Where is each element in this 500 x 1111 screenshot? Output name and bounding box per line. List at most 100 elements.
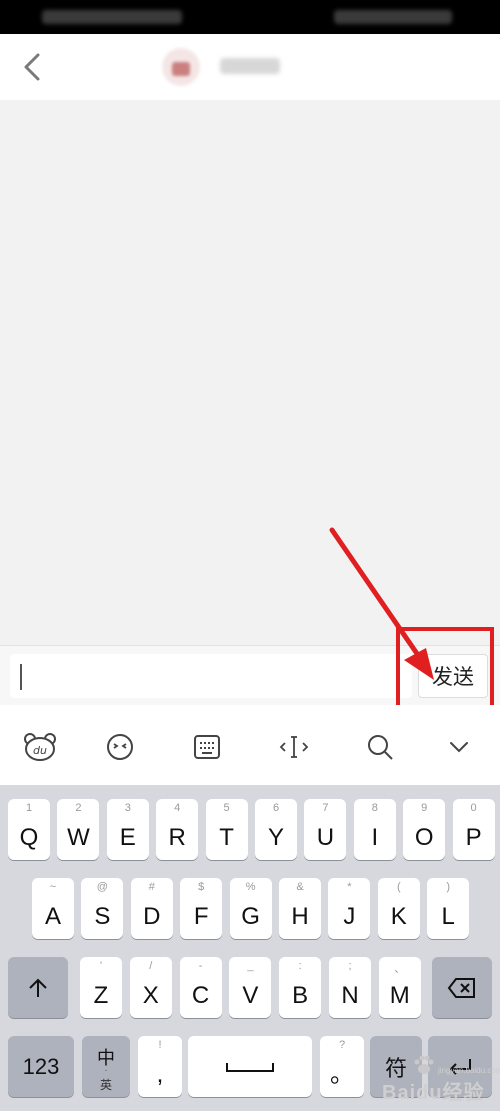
key-sub-label: 2	[75, 802, 82, 814]
language-switch-key[interactable]: 中 · 英	[82, 1036, 130, 1097]
key-sub-label: 4	[174, 802, 181, 814]
key-sub-label: @	[96, 881, 108, 893]
emoji-button[interactable]	[98, 725, 142, 769]
key-sub-label: $	[198, 881, 205, 893]
key-label: V	[242, 982, 259, 1009]
key-e[interactable]: 3E	[106, 799, 149, 860]
space-key[interactable]	[188, 1036, 312, 1097]
comma-key[interactable]: ! ,	[138, 1036, 182, 1097]
key-label: S	[94, 903, 111, 930]
key-i[interactable]: 8I	[353, 799, 396, 860]
key-j[interactable]: * J	[328, 878, 371, 939]
key-label: D	[143, 903, 161, 930]
key-w[interactable]: 2W	[57, 799, 100, 860]
key-sub-label: /	[149, 960, 153, 972]
du-bear-icon: du	[24, 733, 56, 761]
key-p[interactable]: 0P	[452, 799, 495, 860]
key-label: F	[193, 903, 209, 930]
key-v[interactable]: _ V	[229, 957, 272, 1018]
period-key[interactable]: ? 。	[320, 1036, 364, 1097]
key-label: U	[316, 824, 335, 851]
key-label: Q	[19, 824, 39, 851]
key-u[interactable]: 7U	[304, 799, 347, 860]
status-bar	[0, 0, 500, 34]
key-sub-label: 1	[25, 802, 33, 814]
key-label: A	[44, 903, 61, 930]
key-sub-label: 5	[223, 802, 230, 814]
key-sub-label: #	[148, 881, 155, 893]
enter-icon	[449, 1058, 471, 1075]
message-list[interactable]	[0, 100, 500, 645]
period-key-sub: ?	[338, 1039, 346, 1051]
key-k[interactable]: (K	[377, 878, 420, 939]
key-sub-label: %	[245, 881, 256, 893]
message-input[interactable]	[10, 654, 412, 698]
keyboard: 1Q2W3E4R5T6Y7U8I9O0P ~ A @ S # D $ F% G & H * J(K) L …	[0, 785, 500, 1111]
cursor-move-button[interactable]	[272, 725, 316, 769]
key-sub-label: &	[296, 881, 304, 893]
message-input-bar: 发送	[0, 645, 500, 705]
keyboard-icon	[194, 735, 220, 759]
key-x[interactable]: / X	[129, 957, 172, 1018]
comma-key-label: ,	[156, 1061, 164, 1088]
key-label: P	[465, 824, 482, 851]
numbers-key[interactable]: 123	[8, 1036, 74, 1097]
key-c[interactable]: -C	[179, 957, 222, 1018]
symbols-key-label: 符	[384, 1055, 407, 1081]
key-label: I	[371, 824, 379, 851]
key-t[interactable]: 5T	[205, 799, 248, 860]
key-b[interactable]: :B	[279, 957, 322, 1018]
enter-key[interactable]	[428, 1036, 492, 1097]
key-g[interactable]: % G	[229, 878, 272, 939]
avatar	[162, 48, 200, 86]
key-label: W	[67, 824, 90, 851]
key-label: L	[441, 903, 455, 930]
key-y[interactable]: 6Y	[255, 799, 297, 860]
key-f[interactable]: $ F	[180, 878, 223, 939]
keyboard-switch-button[interactable]	[185, 725, 229, 769]
collapse-keyboard-button[interactable]	[437, 725, 481, 769]
back-button[interactable]	[18, 50, 50, 84]
key-label: B	[292, 982, 309, 1009]
key-l[interactable]: ) L	[427, 878, 470, 939]
key-sub-label: (	[396, 881, 401, 893]
carrier-info	[42, 10, 182, 24]
key-n[interactable]: ; N	[329, 957, 371, 1018]
search-button[interactable]	[358, 725, 402, 769]
key-sub-label: :	[298, 960, 302, 972]
key-sub-label: 9	[421, 802, 428, 814]
key-sub-label: 6	[272, 802, 280, 814]
key-label: O	[414, 824, 434, 851]
key-label: T	[219, 824, 234, 851]
language-sub-label: 英	[99, 1078, 112, 1092]
numbers-key-label: 123	[22, 1053, 60, 1079]
key-label: G	[241, 903, 260, 930]
search-icon	[368, 735, 393, 760]
key-sub-label: *	[347, 881, 352, 893]
key-sub-label: )	[446, 881, 451, 893]
key-label: E	[119, 824, 136, 851]
key-o[interactable]: 9O	[403, 799, 446, 860]
key-sub-label: -	[198, 960, 203, 972]
cursor-move-icon	[279, 736, 309, 758]
key-q[interactable]: 1Q	[8, 799, 50, 860]
emoji-icon	[107, 734, 133, 760]
key-m[interactable]: 、 M	[378, 957, 421, 1018]
key-h[interactable]: & H	[279, 878, 321, 939]
key-label: H	[291, 903, 309, 930]
key-s[interactable]: @ S	[81, 878, 124, 939]
du-bear-button[interactable]: du	[18, 725, 62, 769]
send-button[interactable]: 发送	[418, 654, 488, 698]
key-sub-label: ;	[348, 960, 352, 972]
key-z[interactable]: ' Z	[80, 957, 122, 1018]
key-label: J	[343, 903, 356, 930]
key-label: R	[168, 824, 186, 851]
key-r[interactable]: 4R	[156, 799, 199, 860]
chat-header	[0, 34, 500, 100]
shift-key[interactable]	[8, 957, 68, 1018]
key-a[interactable]: ~ A	[32, 878, 74, 939]
symbols-key[interactable]: 符	[370, 1036, 422, 1097]
key-sub-label: 3	[124, 802, 131, 814]
key-d[interactable]: # D	[130, 878, 173, 939]
backspace-key[interactable]	[432, 957, 492, 1018]
